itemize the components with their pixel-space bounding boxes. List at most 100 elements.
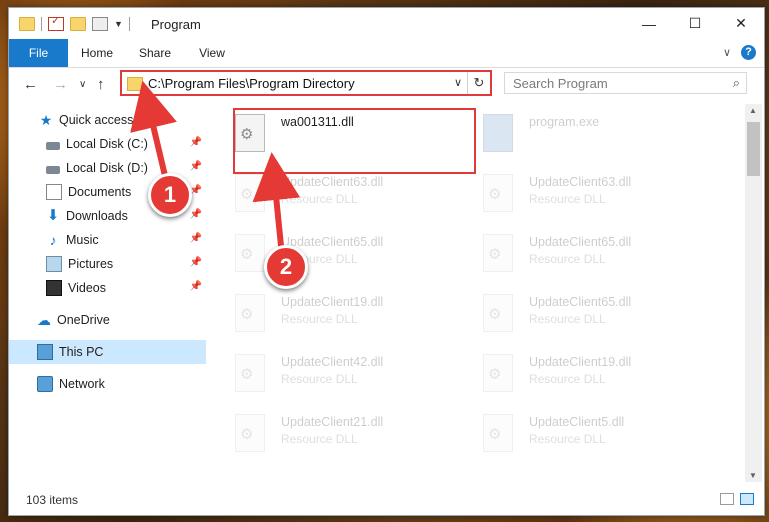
file-item[interactable]: UpdateClient63.dll Resource DLL	[457, 168, 697, 224]
dll-file-icon	[235, 294, 265, 332]
back-button[interactable]: ←	[23, 76, 38, 93]
drive-icon	[46, 165, 60, 174]
help-icon[interactable]: ?	[741, 45, 756, 60]
scroll-up-icon[interactable]: ▲	[749, 106, 757, 115]
large-icons-view-icon[interactable]	[740, 493, 754, 505]
tab-home[interactable]: Home	[71, 39, 123, 67]
file-item[interactable]: UpdateClient19.dll Resource DLL	[209, 288, 449, 344]
file-item[interactable]: UpdateClient65.dll Resource DLL	[209, 228, 449, 284]
sidebar-item-onedrive[interactable]: ☁ OneDrive	[9, 308, 206, 332]
navigation-pane: ★ Quick access Local Disk (C:) 📌 Local D…	[9, 108, 206, 478]
pin-icon[interactable]: 📌	[190, 161, 202, 172]
dll-file-icon	[235, 234, 265, 272]
dll-file-icon	[483, 174, 513, 212]
file-explorer-window: ▼ Program — ☐ ✕ File Home Share View ∨ ?…	[8, 7, 765, 516]
quick-access-toolbar: ▼	[19, 14, 130, 31]
pin-icon[interactable]: 📌	[190, 233, 202, 244]
sidebar-item-label: Local Disk (D:)	[66, 161, 148, 175]
search-icon: ⌕	[732, 75, 740, 90]
pin-icon[interactable]: 📌	[190, 257, 202, 268]
file-highlight-box	[233, 108, 476, 174]
pin-icon[interactable]: 📌	[190, 209, 202, 220]
file-item[interactable]: UpdateClient65.dll Resource DLL	[457, 288, 697, 344]
pin-icon[interactable]: 📌	[190, 137, 202, 148]
address-dropdown-button[interactable]: ∨	[454, 76, 462, 89]
file-type: Resource DLL	[529, 432, 606, 446]
vertical-scrollbar[interactable]: ▲ ▼	[745, 104, 762, 482]
tab-view[interactable]: View	[187, 39, 237, 67]
file-item[interactable]: UpdateClient42.dll Resource DLL	[209, 348, 449, 404]
videos-icon	[46, 280, 62, 296]
address-path[interactable]: C:\Program Files\Program Directory	[148, 76, 355, 91]
maximize-button[interactable]: ☐	[672, 8, 718, 39]
properties-icon[interactable]	[48, 14, 64, 31]
sidebar-item-network[interactable]: Network	[9, 372, 206, 396]
file-item[interactable]: UpdateClient19.dll Resource DLL	[457, 348, 697, 404]
file-type: Resource DLL	[529, 372, 606, 386]
sidebar-item-label: Pictures	[68, 257, 114, 271]
sidebar-item-label: Music	[66, 233, 99, 247]
computer-icon	[37, 344, 53, 360]
file-type: Resource DLL	[281, 372, 358, 386]
scroll-down-icon[interactable]: ▼	[749, 471, 757, 480]
sidebar-item-quick-access[interactable]: ★ Quick access	[9, 108, 206, 132]
folder-icon	[127, 77, 143, 91]
star-icon: ★	[39, 112, 53, 128]
file-name: UpdateClient19.dll	[529, 355, 632, 369]
file-name: UpdateClient63.dll	[529, 175, 632, 189]
file-item[interactable]: UpdateClient63.dll Resource DLL	[209, 168, 449, 224]
ribbon: File Home Share View ∨ ?	[9, 39, 764, 68]
window-title: Program	[151, 17, 201, 32]
minimize-button[interactable]: —	[626, 8, 672, 39]
file-name: UpdateClient42.dll	[281, 355, 384, 369]
folder-icon	[19, 17, 35, 31]
file-type: Resource DLL	[281, 432, 358, 446]
sidebar-item-label: Quick access	[59, 113, 134, 127]
file-type: Resource DLL	[529, 192, 606, 206]
sidebar-item-videos[interactable]: Videos 📌	[9, 276, 206, 300]
ribbon-expand-icon[interactable]: ∨	[723, 46, 731, 59]
file-name: UpdateClient65.dll	[529, 235, 632, 249]
status-bar: 103 items	[9, 488, 764, 514]
forward-button[interactable]: →	[53, 76, 68, 93]
up-button[interactable]: ↑	[97, 76, 105, 93]
sidebar-item-label: Downloads	[66, 209, 128, 223]
refresh-button[interactable]: ↻	[467, 72, 490, 94]
new-folder-icon[interactable]	[70, 17, 86, 31]
drive-icon	[46, 141, 60, 150]
sidebar-item-local-disk-c[interactable]: Local Disk (C:) 📌	[9, 132, 206, 156]
file-name: UpdateClient63.dll	[281, 175, 384, 189]
customize-toolbar-icon[interactable]	[92, 17, 108, 31]
pin-icon[interactable]: 📌	[190, 281, 202, 292]
file-type: Resource DLL	[281, 192, 358, 206]
sidebar-item-label: Videos	[68, 281, 106, 295]
item-count: 103 items	[26, 493, 79, 507]
dll-file-icon	[483, 414, 513, 452]
sidebar-item-label: Local Disk (C:)	[66, 137, 148, 151]
file-item-program-exe[interactable]: program.exe	[457, 108, 697, 164]
sidebar-item-pictures[interactable]: Pictures 📌	[9, 252, 206, 276]
scrollbar-thumb[interactable]	[747, 122, 760, 176]
sidebar-item-label: OneDrive	[57, 313, 110, 327]
recent-locations-button[interactable]: ∨	[79, 79, 86, 90]
tab-share[interactable]: Share	[129, 39, 181, 67]
tab-file[interactable]: File	[9, 39, 68, 67]
details-view-icon[interactable]	[720, 493, 734, 505]
network-icon	[37, 376, 53, 392]
address-bar[interactable]: C:\Program Files\Program Directory ∨ ↻	[120, 70, 492, 96]
file-item[interactable]: UpdateClient65.dll Resource DLL	[457, 228, 697, 284]
toolbar-dropdown-icon[interactable]: ▼	[114, 19, 123, 29]
dll-file-icon	[235, 414, 265, 452]
dll-file-icon	[483, 294, 513, 332]
sidebar-item-label: Network	[59, 377, 105, 391]
exe-file-icon	[483, 114, 513, 152]
documents-icon	[46, 184, 62, 200]
sidebar-item-music[interactable]: ♪ Music 📌	[9, 228, 206, 252]
sidebar-item-label: Documents	[68, 185, 132, 199]
dll-file-icon	[235, 354, 265, 392]
file-item[interactable]: UpdateClient5.dll Resource DLL	[457, 408, 697, 464]
search-input[interactable]: Search Program ⌕	[504, 72, 747, 94]
sidebar-item-this-pc[interactable]: This PC	[9, 340, 206, 364]
file-item[interactable]: UpdateClient21.dll Resource DLL	[209, 408, 449, 464]
close-button[interactable]: ✕	[718, 8, 764, 39]
